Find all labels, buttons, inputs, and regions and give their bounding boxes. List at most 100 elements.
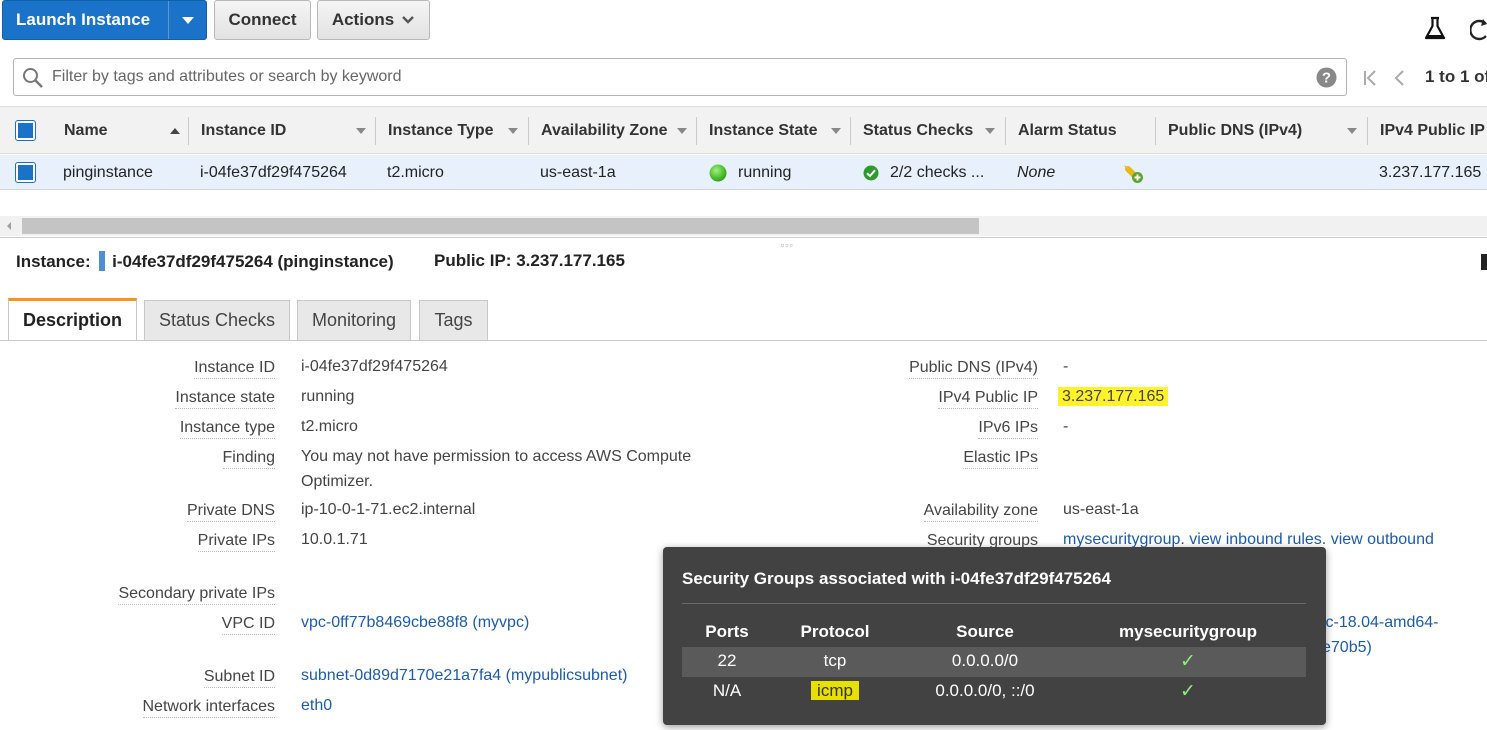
view-inbound-rules-link[interactable]: view inbound rules xyxy=(1189,531,1322,548)
table-row[interactable]: pinginstance i-04fe37df29f475264 t2.micr… xyxy=(0,155,1487,190)
label-ipv4-public-ip: IPv4 Public IP xyxy=(938,388,1038,409)
instance-label: Instance: xyxy=(16,252,91,271)
add-alarm-icon[interactable] xyxy=(1121,162,1144,184)
value-private-ips: 10.0.1.71 xyxy=(301,531,368,548)
rule-source: 0.0.0.0/0 xyxy=(951,651,1019,670)
public-ip-value: 3.237.177.165 xyxy=(516,251,625,270)
row-checkbox[interactable] xyxy=(15,155,36,190)
cell-instance-state: running xyxy=(709,155,791,190)
ami-id-link-partial-2[interactable]: e70b5) xyxy=(1322,635,1372,660)
view-outbound-rules-link[interactable]: view outbound xyxy=(1331,531,1434,548)
connect-button[interactable]: Connect xyxy=(214,0,311,40)
label-secondary-private-ips: Secondary private IPs xyxy=(118,584,275,605)
value-ipv6-ips: - xyxy=(1063,418,1069,435)
network-interface-link[interactable]: eth0 xyxy=(301,693,332,718)
value-finding-line1: You may not have permission to access AW… xyxy=(301,448,692,465)
label-private-ips: Private IPs xyxy=(197,531,275,552)
popover-header-protocol: Protocol xyxy=(800,622,870,641)
filter-icon[interactable] xyxy=(831,127,841,134)
status-running-icon xyxy=(709,164,727,181)
column-label: Name xyxy=(64,121,108,139)
security-group-link[interactable]: mysecuritygroup xyxy=(1063,531,1180,548)
flask-icon[interactable] xyxy=(1423,16,1447,42)
label-vpc-id: VPC ID xyxy=(221,614,275,635)
column-label: Instance ID xyxy=(201,121,287,139)
label-availability-zone: Availability zone xyxy=(923,501,1038,522)
column-header-ipv4-public-ip[interactable]: IPv4 Public IP xyxy=(1380,107,1487,154)
search-input[interactable] xyxy=(50,63,1300,91)
column-header-instance-type[interactable]: Instance Type xyxy=(388,107,528,154)
label-ipv6-ips: IPv6 IPs xyxy=(978,418,1038,439)
value-availability-zone: us-east-1a xyxy=(1063,501,1139,518)
filter-icon[interactable] xyxy=(1347,127,1357,134)
cell-ipv4-public-ip: 3.237.177.165 xyxy=(1379,163,1482,181)
popover-header-ports: Ports xyxy=(705,622,749,641)
pagination-text: 1 to 1 of xyxy=(1425,67,1487,86)
select-all-checkbox[interactable] xyxy=(15,107,36,154)
expand-panel-icon[interactable] xyxy=(1481,254,1487,270)
label-public-dns: Public DNS (IPv4) xyxy=(909,358,1038,379)
security-groups-popover: Security Groups associated with i-04fe37… xyxy=(663,547,1326,725)
ami-id-link-partial[interactable]: ic-18.04-amd64- xyxy=(1322,610,1439,635)
check-passed-icon xyxy=(863,165,879,180)
cell-availability-zone: us-east-1a xyxy=(540,163,616,181)
value-instance-type: t2.micro xyxy=(301,418,358,435)
filter-icon[interactable] xyxy=(508,127,518,134)
scrollbar-thumb[interactable] xyxy=(22,218,979,234)
filter-icon[interactable] xyxy=(985,127,995,134)
column-label: Alarm Status xyxy=(1018,121,1117,139)
resize-handle-icon[interactable]: ▫▫▫ xyxy=(781,240,794,250)
column-header-instance-state[interactable]: Instance State xyxy=(709,107,850,154)
cell-status-checks[interactable]: 2/2 checks ... xyxy=(863,155,984,190)
tab-monitoring[interactable]: Monitoring xyxy=(297,300,411,340)
popover-header-source: Source xyxy=(956,622,1014,641)
column-header-availability-zone[interactable]: Availability Zone xyxy=(541,107,696,154)
separator: . xyxy=(1321,531,1331,548)
tab-description[interactable]: Description xyxy=(8,298,137,340)
launch-dropdown-toggle[interactable] xyxy=(168,1,206,39)
label-instance-state: Instance state xyxy=(175,388,275,409)
tab-tags[interactable]: Tags xyxy=(419,300,488,340)
chevron-down-icon xyxy=(181,16,194,24)
label-elastic-ips: Elastic IPs xyxy=(963,448,1038,469)
first-page-icon[interactable] xyxy=(1362,68,1378,88)
value-instance-id: i-04fe37df29f475264 xyxy=(301,358,448,375)
column-label: Availability Zone xyxy=(541,121,668,139)
column-header-instance-id[interactable]: Instance ID xyxy=(201,107,375,154)
filter-icon[interactable] xyxy=(356,127,366,134)
svg-text:?: ? xyxy=(1322,70,1331,87)
sort-ascending-icon[interactable] xyxy=(170,127,180,134)
rule-protocol: tcp xyxy=(823,651,847,670)
popover-row: 22 tcp 0.0.0.0/0 ✓ xyxy=(682,647,1306,677)
popover-divider xyxy=(682,603,1306,604)
column-header-status-checks[interactable]: Status Checks xyxy=(863,107,1005,154)
actions-button[interactable]: Actions xyxy=(317,0,430,40)
refresh-icon[interactable] xyxy=(1470,16,1487,42)
column-header-public-dns[interactable]: Public DNS (IPv4) xyxy=(1168,107,1367,154)
search-icon xyxy=(23,68,43,88)
detail-public-ip: Public IP: 3.237.177.165 xyxy=(434,251,625,271)
chevron-down-icon xyxy=(402,16,415,24)
tab-status-checks[interactable]: Status Checks xyxy=(144,300,290,340)
instance-state-text: running xyxy=(738,163,792,181)
help-icon[interactable]: ? xyxy=(1316,67,1337,88)
public-ip-label: Public IP: xyxy=(434,251,512,270)
search-bar: ? xyxy=(13,58,1347,96)
ipv4-highlight: 3.237.177.165 xyxy=(1058,387,1169,406)
horizontal-scrollbar[interactable] xyxy=(0,216,1487,236)
vpc-id-link[interactable]: vpc-0ff77b8469cbe88f8 (myvpc) xyxy=(301,610,529,635)
column-header-name[interactable]: Name xyxy=(64,107,188,154)
rule-ports: 22 xyxy=(717,651,737,670)
launch-instance-button[interactable]: Launch Instance xyxy=(2,0,207,40)
column-label: Instance Type xyxy=(388,121,494,139)
status-checks-text: 2/2 checks ... xyxy=(890,163,985,181)
popover-header-mysecuritygroup: mysecuritygroup xyxy=(1119,622,1257,641)
subnet-id-link[interactable]: subnet-0d89d7170e21a7fa4 (mypublicsubnet… xyxy=(301,663,627,688)
value-finding-line2: Optimizer. xyxy=(301,473,374,490)
scroll-left-icon[interactable] xyxy=(5,221,13,231)
label-subnet-id: Subnet ID xyxy=(203,667,275,688)
prev-page-icon[interactable] xyxy=(1392,68,1406,88)
connect-label: Connect xyxy=(228,10,297,29)
column-header-alarm-status[interactable]: Alarm Status xyxy=(1018,107,1155,154)
filter-icon[interactable] xyxy=(677,127,687,134)
